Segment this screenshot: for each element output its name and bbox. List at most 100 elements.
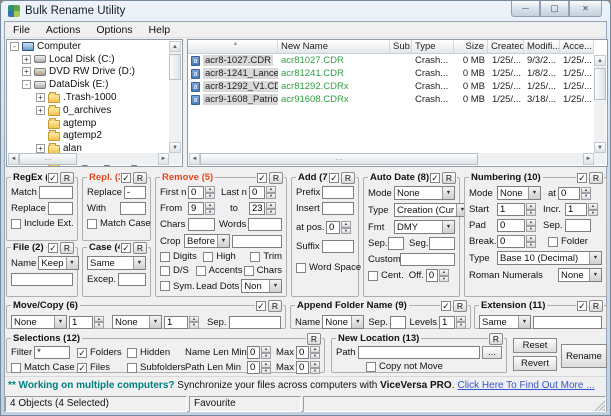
spinner-arrows[interactable]	[588, 203, 598, 216]
last-n-spinner[interactable]	[249, 186, 276, 199]
resize-grip[interactable]	[593, 399, 605, 411]
remove-words-input[interactable]	[248, 218, 282, 231]
date-type-select[interactable]: Creation (Cur	[394, 203, 469, 217]
scrollbar-thumb[interactable]	[19, 153, 77, 165]
prefix-input[interactable]	[322, 186, 354, 199]
incr-input[interactable]	[565, 203, 587, 216]
spinner-arrows[interactable]	[205, 202, 215, 215]
off-spinner[interactable]	[426, 269, 449, 282]
repl-match-case-checkbox[interactable]	[87, 219, 97, 229]
expand-icon[interactable]: +	[36, 106, 45, 115]
file-row[interactable]: acr8-1292_V1.CDRx acr81292.CDRx Crash...…	[188, 80, 594, 93]
tree-item-datadisk-e[interactable]: - DataDisk (E:)	[7, 78, 182, 91]
extension-input[interactable]	[533, 316, 602, 329]
hidden-checkbox[interactable]	[127, 348, 137, 358]
spinner-arrows[interactable]	[581, 187, 591, 200]
list-vertical-scrollbar[interactable]	[594, 55, 606, 153]
file-row[interactable]: acr9-1608_Patriot_V1_AC... acr91608.CDRx…	[188, 93, 594, 106]
move-copy-first-count[interactable]	[69, 316, 93, 329]
digits-checkbox[interactable]	[160, 252, 170, 262]
path-len-min-input[interactable]	[247, 361, 260, 374]
start-input[interactable]	[497, 203, 525, 216]
at-pos-spinner[interactable]	[326, 221, 351, 234]
move-copy-first-spinner[interactable]	[69, 316, 104, 329]
scroll-up-icon[interactable]	[169, 41, 181, 52]
column-header-accessed[interactable]: Acce...	[560, 40, 594, 53]
extension-reset-button[interactable]: R	[589, 300, 603, 312]
column-header-type[interactable]: Type	[412, 40, 454, 53]
tree-item-agtemp2[interactable]: agtemp2	[7, 130, 182, 143]
column-header-new-name[interactable]: New Name	[278, 40, 390, 53]
case-reset-button[interactable]: R	[133, 242, 147, 254]
extension-enable-checkbox[interactable]	[577, 301, 587, 311]
at-spinner[interactable]	[558, 187, 591, 200]
levels-input[interactable]	[439, 316, 455, 329]
column-header-name[interactable]	[188, 40, 278, 53]
name-len-min-spinner[interactable]	[247, 346, 271, 359]
filter-input[interactable]	[34, 346, 70, 359]
name-len-max-spinner[interactable]	[296, 346, 320, 359]
path-input[interactable]	[358, 346, 480, 359]
spinner-arrows[interactable]	[526, 203, 536, 216]
to-spinner[interactable]	[249, 202, 276, 215]
regex-replace-input[interactable]	[48, 202, 73, 215]
column-header-modified[interactable]: Modifi...	[524, 40, 560, 53]
case-enable-checkbox[interactable]	[121, 243, 131, 253]
to-input[interactable]	[249, 202, 265, 215]
include-ext-checkbox[interactable]	[11, 219, 21, 229]
auto-date-enable-checkbox[interactable]	[430, 173, 440, 183]
remove-enable-checkbox[interactable]	[257, 173, 267, 183]
regex-reset-button[interactable]: R	[60, 172, 74, 184]
chars-checkbox[interactable]	[244, 266, 254, 276]
selections-reset-button[interactable]: R	[307, 333, 321, 345]
scroll-up-icon[interactable]	[594, 55, 606, 66]
tree-horizontal-scrollbar[interactable]	[8, 153, 169, 165]
expand-icon[interactable]: +	[22, 55, 31, 64]
scroll-down-icon[interactable]	[169, 142, 181, 153]
case-excep-input[interactable]	[118, 273, 146, 286]
numbering-type-select[interactable]: Base 10 (Decimal)	[497, 251, 602, 265]
browse-button[interactable]: ...	[482, 346, 502, 359]
at-pos-input[interactable]	[326, 221, 340, 234]
selections-match-case-checkbox[interactable]	[11, 363, 21, 373]
column-header-size[interactable]: Size	[454, 40, 488, 53]
file-reset-button[interactable]: R	[60, 242, 74, 254]
move-copy-second-spinner[interactable]	[164, 316, 199, 329]
name-len-max-input[interactable]	[296, 346, 309, 359]
pad-input[interactable]	[497, 219, 525, 232]
path-len-max-spinner[interactable]	[296, 361, 320, 374]
files-checkbox[interactable]	[77, 363, 87, 373]
word-space-checkbox[interactable]	[296, 263, 306, 273]
append-sep-input[interactable]	[390, 316, 406, 329]
file-enable-checkbox[interactable]	[48, 243, 58, 253]
move-copy-reset-button[interactable]: R	[268, 300, 282, 312]
cent-checkbox[interactable]	[368, 271, 378, 281]
scroll-right-icon[interactable]	[583, 153, 594, 165]
crop-input[interactable]	[232, 235, 282, 248]
numbering-enable-checkbox[interactable]	[577, 173, 587, 183]
tree-item-local-disk-c[interactable]: + Local Disk (C:)	[7, 53, 182, 66]
spinner-arrows[interactable]	[261, 361, 271, 374]
incr-spinner[interactable]	[565, 203, 598, 216]
break-input[interactable]	[497, 235, 525, 248]
name-len-min-input[interactable]	[247, 346, 260, 359]
add-enable-checkbox[interactable]	[329, 173, 339, 183]
path-len-min-spinner[interactable]	[247, 361, 271, 374]
first-n-spinner[interactable]	[188, 186, 215, 199]
date-custom-input[interactable]	[400, 253, 455, 266]
at-input[interactable]	[558, 187, 580, 200]
first-n-input[interactable]	[188, 186, 204, 199]
subfolders-checkbox[interactable]	[127, 363, 137, 373]
high-checkbox[interactable]	[203, 252, 213, 262]
append-name-select[interactable]: None	[322, 315, 364, 329]
file-name-select[interactable]: Keep	[38, 256, 78, 270]
repl-reset-button[interactable]: R	[133, 172, 147, 184]
move-copy-first-select[interactable]: None	[11, 315, 67, 329]
collapse-icon[interactable]: -	[22, 80, 31, 89]
column-header-sub[interactable]: Sub...	[390, 40, 412, 53]
off-input[interactable]	[426, 269, 438, 282]
start-spinner[interactable]	[497, 203, 536, 216]
expand-icon[interactable]: +	[36, 144, 45, 153]
date-seg-input[interactable]	[429, 237, 455, 250]
tree-item-computer[interactable]: - Computer	[7, 40, 182, 53]
